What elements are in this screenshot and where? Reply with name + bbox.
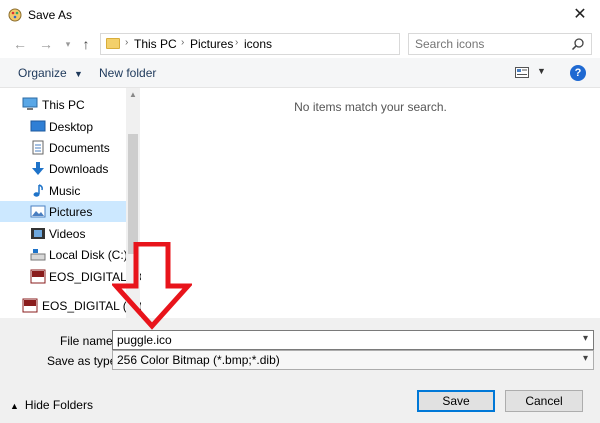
breadcrumb-this-pc[interactable]: This PC: [134, 37, 177, 51]
paint-app-icon: [8, 8, 22, 22]
downloads-icon: [32, 162, 44, 175]
change-view-icon[interactable]: [515, 67, 529, 78]
nav-item-label: Videos: [49, 227, 86, 241]
nav-item-label: Documents: [49, 141, 110, 155]
videos-icon: [31, 228, 45, 239]
nav-item-eos-digital-drive[interactable]: EOS_DIGITAL (D:): [0, 295, 143, 316]
file-name-label: File name:: [60, 334, 117, 348]
file-list-area[interactable]: No items match your search.: [141, 88, 600, 318]
nav-scrollbar[interactable]: ▲: [126, 88, 140, 318]
address-row: ← → ▾ ↑ › This PC › Pictures › icons ▾ ↻: [0, 30, 600, 58]
search-box[interactable]: [408, 33, 592, 55]
breadcrumb-pictures[interactable]: Pictures: [190, 37, 233, 51]
breadcrumb-separator-icon[interactable]: ›: [125, 37, 128, 48]
window-title: Save As: [28, 8, 73, 22]
breadcrumb-icons[interactable]: icons: [244, 37, 272, 51]
breadcrumb-separator-icon[interactable]: ›: [235, 37, 238, 48]
organize-button[interactable]: Organize ▼: [18, 66, 83, 80]
empty-results-message: No items match your search.: [294, 100, 447, 114]
breadcrumb-separator-icon[interactable]: ›: [181, 37, 184, 48]
navigation-pane: This PC Desktop Documents Downloads Musi…: [0, 88, 146, 318]
nav-item-label: This PC: [42, 98, 85, 112]
chevron-down-icon: ▼: [74, 69, 83, 79]
desktop-icon: [30, 120, 46, 132]
drive-icon: [30, 249, 46, 261]
hide-folders-label: Hide Folders: [24, 398, 93, 412]
recent-locations-chevron-icon[interactable]: ▾: [60, 36, 76, 52]
scroll-thumb[interactable]: [128, 134, 138, 254]
forward-arrow-icon[interactable]: →: [38, 36, 54, 52]
pictures-icon: [30, 205, 46, 218]
close-icon[interactable]: ✕: [566, 4, 594, 26]
nav-item-label: Downloads: [49, 162, 109, 176]
back-arrow-icon[interactable]: ←: [12, 36, 28, 52]
nav-item-music[interactable]: Music: [0, 180, 126, 201]
save-button[interactable]: Save: [417, 390, 495, 412]
nav-item-pictures[interactable]: Pictures: [0, 201, 126, 222]
nav-item-eos-digital[interactable]: EOS_DIGITAL (D:: [0, 266, 146, 287]
search-icon[interactable]: [571, 37, 585, 51]
new-folder-button[interactable]: New folder: [99, 66, 156, 80]
help-icon[interactable]: ?: [570, 65, 586, 81]
chevron-down-icon[interactable]: ▾: [583, 333, 588, 344]
nav-item-downloads[interactable]: Downloads: [0, 158, 126, 179]
hide-folders-toggle[interactable]: ▲ Hide Folders: [10, 398, 93, 412]
folder-icon: [106, 38, 120, 49]
file-name-field[interactable]: puggle.ico ▾: [112, 330, 594, 350]
music-icon: [33, 184, 43, 197]
computer-icon: [22, 97, 38, 110]
save-as-type-select[interactable]: 256 Color Bitmap (*.bmp;*.dib) ▾: [112, 350, 594, 370]
search-input[interactable]: [415, 36, 565, 52]
nav-item-videos[interactable]: Videos: [0, 223, 126, 244]
chevron-down-icon[interactable]: ▾: [583, 353, 588, 364]
address-bar[interactable]: › This PC › Pictures › icons ▾ ↻: [100, 33, 492, 55]
nav-item-label: Music: [49, 184, 81, 198]
save-as-type-value: 256 Color Bitmap (*.bmp;*.dib): [117, 353, 280, 367]
nav-item-desktop[interactable]: Desktop: [0, 116, 126, 137]
scroll-up-arrow-icon[interactable]: ▲: [126, 90, 140, 102]
nav-item-local-disk[interactable]: Local Disk (C:): [0, 244, 128, 265]
save-form-panel: File name: puggle.ico ▾ Save as type: 25…: [0, 318, 600, 423]
nav-item-label: Local Disk (C:): [49, 248, 128, 262]
nav-item-this-pc[interactable]: This PC: [0, 94, 126, 115]
command-bar: Organize ▼ New folder ▼ ?: [0, 58, 600, 88]
title-bar: Save As ✕: [0, 0, 600, 30]
chevron-up-icon: ▲: [10, 401, 19, 411]
save-as-type-label: Save as type:: [47, 354, 120, 368]
view-options-chevron-icon[interactable]: ▼: [537, 66, 546, 76]
nav-item-documents[interactable]: Documents: [0, 137, 126, 158]
nav-item-label: Pictures: [49, 205, 93, 219]
up-arrow-icon[interactable]: ↑: [78, 36, 94, 52]
file-name-value[interactable]: puggle.ico: [117, 333, 172, 347]
sd-card-icon: [30, 269, 46, 284]
nav-item-label: Desktop: [49, 120, 94, 134]
organize-label: Organize: [18, 66, 67, 80]
documents-icon: [32, 140, 44, 155]
cancel-button[interactable]: Cancel: [505, 390, 583, 412]
sd-card-icon: [22, 298, 38, 313]
